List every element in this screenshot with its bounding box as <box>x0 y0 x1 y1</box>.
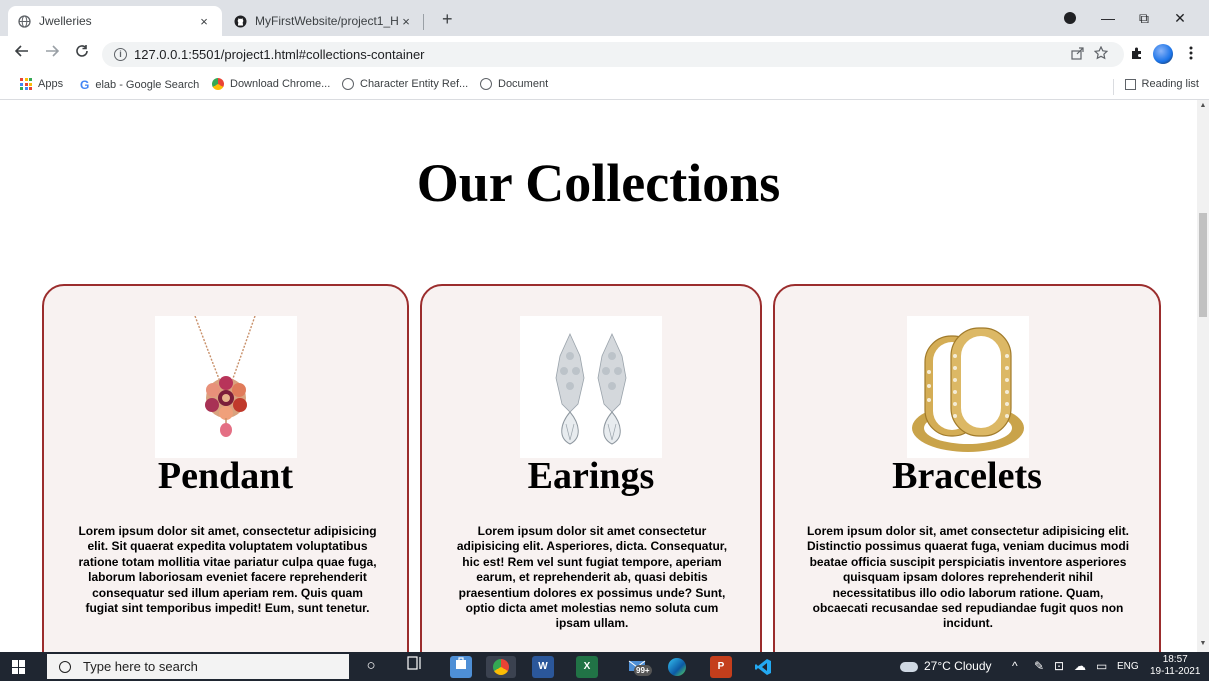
language-indicator[interactable]: ENG <box>1117 661 1139 672</box>
globe-icon <box>342 78 354 90</box>
minimize-button[interactable]: — <box>1090 6 1126 30</box>
menu-icon[interactable] <box>1182 46 1200 64</box>
apps-grid-icon <box>20 78 32 90</box>
tab-separator <box>423 14 424 30</box>
bookmark-label: elab - Google Search <box>95 79 200 91</box>
task-view-icon[interactable] <box>404 656 426 678</box>
cortana-icon[interactable]: ○ <box>360 656 382 678</box>
mail-badge: 99+ <box>634 665 652 676</box>
url-text: 127.0.0.1:5501/project1.html#collections… <box>134 47 425 62</box>
word-icon[interactable]: W <box>532 656 554 678</box>
bookmarks-separator <box>1113 79 1114 95</box>
earings-image <box>520 316 662 458</box>
reading-list-button[interactable]: Reading list <box>1124 78 1199 90</box>
clock-time: 18:57 <box>1162 654 1188 665</box>
restore-button[interactable]: ⧉ <box>1126 6 1162 30</box>
windows-start-icon[interactable] <box>12 660 26 674</box>
page-viewport: Our Collections Pendant Lorem ipsum dolo… <box>0 100 1197 652</box>
powerpoint-icon[interactable]: P <box>710 656 732 678</box>
close-window-button[interactable]: ✕ <box>1162 6 1198 30</box>
globe-icon <box>18 14 31 28</box>
bookmark-character-entity[interactable]: Character Entity Ref... <box>342 78 468 90</box>
forward-button[interactable] <box>42 44 62 64</box>
bookmark-document[interactable]: Document <box>480 78 548 90</box>
browser-toolbar: i 127.0.0.1:5501/project1.html#collectio… <box>0 36 1209 73</box>
excel-icon[interactable]: X <box>576 656 598 678</box>
collection-card-earings: Earings Lorem ipsum dolor sit amet conse… <box>420 284 762 652</box>
star-icon[interactable] <box>1092 45 1110 64</box>
scroll-thumb[interactable] <box>1199 213 1207 317</box>
bookmark-elab[interactable]: G elab - Google Search <box>80 78 199 92</box>
taskbar-clock[interactable]: 18:57 19-11-2021 <box>1150 654 1200 678</box>
network-icon[interactable]: ⊡ <box>1054 659 1064 673</box>
tab-search-icon[interactable] <box>1064 12 1076 24</box>
profile-avatar[interactable] <box>1153 44 1173 64</box>
weather-widget[interactable]: 27°C Cloudy <box>900 659 992 673</box>
share-icon[interactable] <box>1068 46 1086 64</box>
reload-icon <box>76 45 88 57</box>
info-icon[interactable]: i <box>114 48 127 61</box>
page-title: Our Collections <box>416 153 781 213</box>
collection-card-pendant: Pendant Lorem ipsum dolor sit amet, cons… <box>42 284 409 652</box>
card-title: Earings <box>527 455 655 497</box>
tab-close-icon[interactable]: × <box>196 14 212 29</box>
bookmark-label: Apps <box>38 78 64 90</box>
extensions-icon[interactable] <box>1128 46 1146 64</box>
card-description: Lorem ipsum dolor sit amet consectetur a… <box>456 524 728 631</box>
bracelets-image <box>907 316 1029 458</box>
taskbar-search-input[interactable]: Type here to search <box>47 654 349 679</box>
github-icon <box>234 15 247 27</box>
scroll-up-icon[interactable]: ▲ <box>1197 102 1209 109</box>
google-icon: G <box>80 78 90 92</box>
windows-taskbar: Type here to search ○ W X 99+ P 27°C Clo… <box>0 652 1209 681</box>
reading-list-label: Reading list <box>1141 78 1199 90</box>
arrow-left-icon <box>14 45 28 57</box>
new-tab-button[interactable]: + <box>442 9 453 30</box>
battery-icon[interactable]: ▭ <box>1096 659 1107 673</box>
pendant-image <box>155 315 297 458</box>
clock-date: 19-11-2021 <box>1150 666 1201 677</box>
edge-icon[interactable] <box>666 656 688 678</box>
tab-github[interactable]: MyFirstWebsite/project1_HTML.t × <box>224 6 424 36</box>
page-scrollbar[interactable]: ▲ ▼ <box>1197 100 1209 652</box>
vscode-icon[interactable] <box>752 656 774 678</box>
card-description: Lorem ipsum dolor sit amet, consectetur … <box>78 524 377 616</box>
bookmark-label: Character Entity Ref... <box>360 78 469 90</box>
card-description: Lorem ipsum dolor sit, amet consectetur … <box>806 524 1130 631</box>
card-title: Bracelets <box>892 455 1042 497</box>
pen-icon[interactable]: ✎ <box>1034 659 1044 673</box>
reading-list-icon <box>1124 78 1136 90</box>
tab-close-icon[interactable]: × <box>398 14 414 29</box>
scroll-down-icon[interactable]: ▼ <box>1197 640 1209 647</box>
show-hidden-icons[interactable]: ^ <box>1012 659 1018 673</box>
search-icon <box>59 660 71 673</box>
browser-tabstrip: Jwelleries × MyFirstWebsite/project1_HTM… <box>0 0 1209 36</box>
cloud-icon <box>900 661 918 672</box>
bookmark-apps[interactable]: Apps <box>20 78 63 90</box>
globe-icon <box>480 78 492 90</box>
weather-text: 27°C Cloudy <box>924 659 992 673</box>
store-icon[interactable] <box>450 656 472 678</box>
reload-button[interactable] <box>72 44 92 64</box>
collection-card-bracelets: Bracelets Lorem ipsum dolor sit, amet co… <box>773 284 1161 652</box>
card-title: Pendant <box>157 455 294 497</box>
bookmark-download-chrome[interactable]: Download Chrome... <box>212 78 330 90</box>
mail-icon[interactable]: 99+ <box>620 656 654 678</box>
tab-title: MyFirstWebsite/project1_HTML.t <box>255 14 398 28</box>
arrow-right-icon <box>46 45 60 57</box>
bookmark-label: Document <box>498 78 549 90</box>
chrome-taskbar-icon[interactable] <box>486 656 516 678</box>
address-bar[interactable]: i 127.0.0.1:5501/project1.html#collectio… <box>102 42 1124 67</box>
bookmark-label: Download Chrome... <box>230 78 331 90</box>
chrome-icon <box>212 78 224 90</box>
tab-title: Jwelleries <box>39 14 92 28</box>
bookmarks-bar: Apps G elab - Google Search Download Chr… <box>0 73 1209 100</box>
search-placeholder: Type here to search <box>83 659 198 674</box>
tab-jwelleries[interactable]: Jwelleries × <box>8 6 222 36</box>
back-button[interactable] <box>12 44 32 64</box>
onedrive-icon[interactable]: ☁ <box>1074 659 1086 673</box>
